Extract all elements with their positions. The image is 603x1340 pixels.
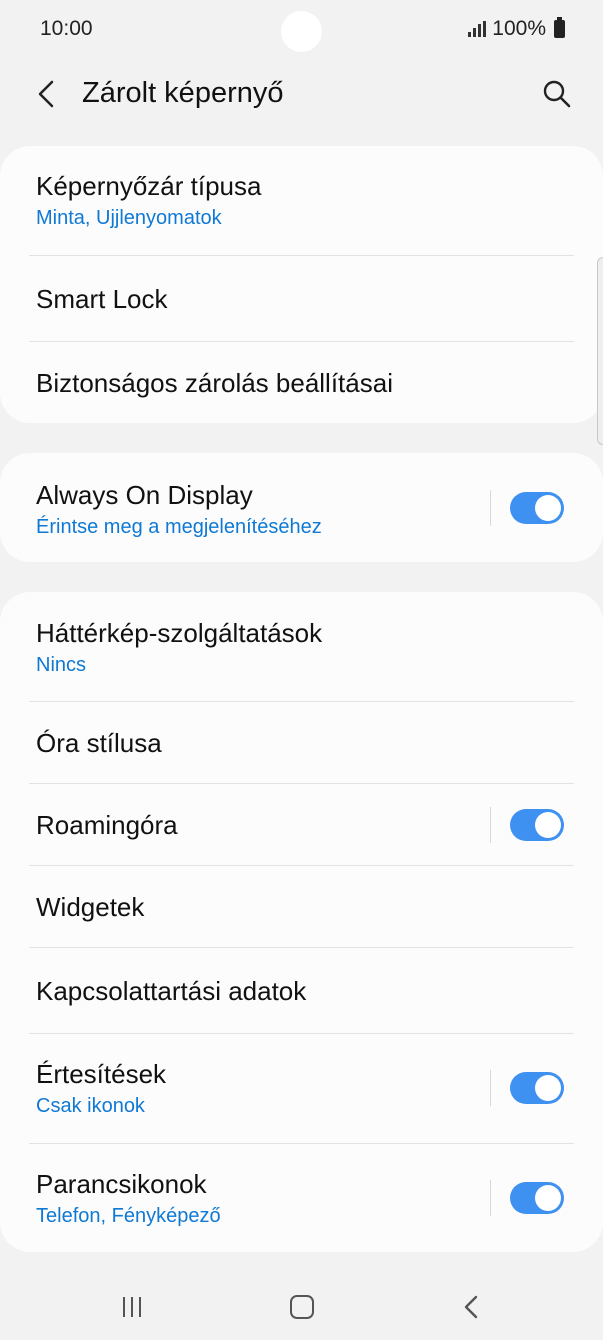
divider: [29, 947, 574, 948]
setting-label: Always On Display: [36, 480, 253, 510]
divider-vertical: [490, 807, 491, 843]
always-on-display-toggle[interactable]: [510, 492, 564, 524]
divider-vertical: [490, 490, 491, 526]
notifications-toggle[interactable]: [510, 1072, 564, 1104]
scrollbar[interactable]: [597, 257, 603, 445]
divider: [29, 1033, 574, 1034]
setting-label: Képernyőzár típusa: [36, 171, 262, 201]
divider-vertical: [490, 1070, 491, 1106]
search-icon[interactable]: [541, 78, 573, 110]
setting-label: Háttérkép-szolgáltatások: [36, 618, 323, 648]
setting-sublabel: Érintse meg a megjelenítéséhez: [36, 516, 322, 538]
status-time: 10:00: [40, 17, 93, 40]
setting-label: Biztonságos zárolás beállításai: [36, 368, 393, 398]
setting-sublabel: Telefon, Fényképező: [36, 1205, 221, 1227]
settings-group-lockscreen: Háttérkép-szolgáltatások Nincs Óra stílu…: [0, 592, 603, 1252]
signal-icon: [468, 21, 487, 37]
setting-roaming-clock[interactable]: Roamingóra: [36, 810, 473, 840]
shortcuts-toggle[interactable]: [510, 1182, 564, 1214]
setting-label: Widgetek: [36, 892, 145, 922]
roaming-clock-toggle[interactable]: [510, 809, 564, 841]
setting-wallpaper-services[interactable]: Háttérkép-szolgáltatások Nincs: [36, 618, 567, 677]
setting-widgets[interactable]: Widgetek: [36, 892, 567, 922]
setting-label: Értesítések: [36, 1059, 167, 1089]
setting-screen-lock-type[interactable]: Képernyőzár típusa Minta, Ujjlenyomatok: [36, 171, 567, 230]
page-title: Zárolt képernyő: [82, 77, 284, 109]
setting-smart-lock[interactable]: Smart Lock: [36, 284, 567, 314]
setting-contact-info[interactable]: Kapcsolattartási adatok: [36, 976, 567, 1006]
setting-label: Óra stílusa: [36, 728, 162, 758]
divider: [29, 865, 574, 866]
setting-notifications[interactable]: Értesítések Csak ikonok: [36, 1059, 473, 1118]
setting-shortcuts[interactable]: Parancsikonok Telefon, Fényképező: [36, 1169, 473, 1228]
setting-label: Roamingóra: [36, 810, 178, 840]
battery-icon: [554, 17, 565, 38]
setting-clock-style[interactable]: Óra stílusa: [36, 728, 567, 758]
recent-apps-icon[interactable]: [123, 1297, 145, 1317]
camera-cutout: [281, 11, 322, 52]
divider: [29, 783, 574, 784]
divider: [29, 341, 574, 342]
settings-group-security: Képernyőzár típusa Minta, Ujjlenyomatok …: [0, 146, 603, 423]
battery-percentage: 100%: [492, 17, 546, 40]
chevron-left-icon[interactable]: [32, 76, 62, 112]
setting-label: Kapcsolattartási adatok: [36, 976, 307, 1006]
setting-sublabel: Csak ikonok: [36, 1095, 145, 1117]
setting-always-on-display[interactable]: Always On Display Érintse meg a megjelen…: [36, 480, 473, 539]
settings-group-aod: Always On Display Érintse meg a megjelen…: [0, 453, 603, 562]
status-bar: 10:00 100%: [0, 0, 603, 60]
setting-secure-lock[interactable]: Biztonságos zárolás beállításai: [36, 368, 567, 398]
navigation-bar: [0, 1270, 603, 1340]
setting-label: Parancsikonok: [36, 1169, 207, 1199]
status-icons: 100%: [468, 17, 565, 41]
divider: [29, 701, 574, 702]
divider: [29, 255, 574, 256]
divider-vertical: [490, 1180, 491, 1216]
divider: [29, 1143, 574, 1144]
setting-sublabel: Nincs: [36, 654, 87, 676]
home-icon[interactable]: [290, 1295, 314, 1319]
back-icon[interactable]: [462, 1294, 480, 1320]
app-bar: Zárolt képernyő: [0, 60, 603, 130]
setting-sublabel: Minta, Ujjlenyomatok: [36, 207, 222, 229]
setting-label: Smart Lock: [36, 284, 168, 314]
